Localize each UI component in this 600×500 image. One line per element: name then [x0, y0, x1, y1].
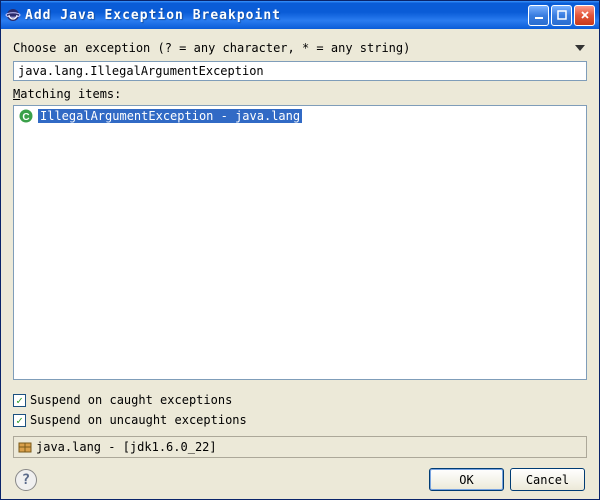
dialog-buttons: OK Cancel: [429, 468, 585, 491]
prompt-label: Choose an exception (? = any character, …: [13, 41, 575, 55]
maximize-button[interactable]: [551, 5, 572, 26]
titlebar[interactable]: Add Java Exception Breakpoint: [1, 1, 599, 29]
menu-dropdown-icon[interactable]: [575, 45, 585, 51]
cancel-button[interactable]: Cancel: [510, 468, 585, 491]
bottom-bar: ? OK Cancel: [13, 468, 587, 491]
help-button[interactable]: ?: [15, 469, 37, 491]
dialog-content: Choose an exception (? = any character, …: [1, 29, 599, 499]
matching-items-label: Matching items:: [13, 87, 587, 101]
checkbox-icon: [13, 394, 26, 407]
status-text: java.lang - [jdk1.6.0_22]: [36, 440, 217, 454]
package-icon: [18, 440, 32, 454]
status-bar: java.lang - [jdk1.6.0_22]: [13, 436, 587, 458]
class-icon: C: [18, 108, 34, 124]
checkbox-label: Suspend on caught exceptions: [30, 393, 232, 407]
suspend-uncaught-checkbox[interactable]: Suspend on uncaught exceptions: [13, 413, 587, 427]
checkbox-icon: [13, 414, 26, 427]
suspend-caught-checkbox[interactable]: Suspend on caught exceptions: [13, 393, 587, 407]
minimize-button[interactable]: [528, 5, 549, 26]
eclipse-icon: [5, 7, 21, 23]
ok-button[interactable]: OK: [429, 468, 504, 491]
svg-text:C: C: [22, 112, 29, 123]
window-title: Add Java Exception Breakpoint: [25, 8, 528, 23]
checkbox-label: Suspend on uncaught exceptions: [30, 413, 247, 427]
matching-items-list[interactable]: C IllegalArgumentException - java.lang: [13, 105, 587, 380]
prompt-row: Choose an exception (? = any character, …: [13, 41, 587, 55]
window-controls: [528, 5, 595, 26]
item-text: IllegalArgumentException - java.lang: [38, 109, 302, 123]
list-item[interactable]: C IllegalArgumentException - java.lang: [14, 106, 586, 126]
close-button[interactable]: [574, 5, 595, 26]
exception-search-input[interactable]: [13, 61, 587, 81]
dialog-window: Add Java Exception Breakpoint Choose an …: [0, 0, 600, 500]
